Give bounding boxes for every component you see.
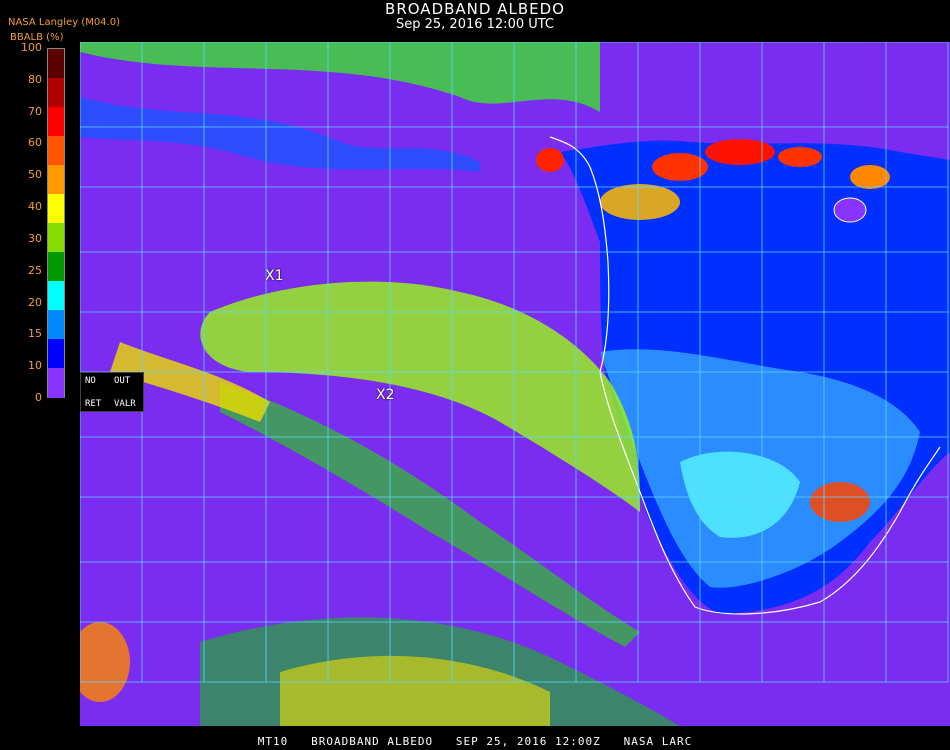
storm-cluster — [705, 139, 775, 165]
marker-x2: X2 — [376, 387, 395, 403]
no-data-key: NO OUT RET VALR — [80, 372, 144, 412]
legend-tick: 40 — [28, 200, 42, 214]
legend-band — [48, 252, 64, 282]
out-label: OUT — [114, 376, 131, 386]
footer-caption: MT10 BROADBAND ALBEDO SEP 25, 2016 12:00… — [257, 735, 693, 748]
legend-band — [48, 49, 64, 79]
color-legend — [47, 48, 65, 398]
albedo-map — [80, 42, 950, 726]
legend-tick: 60 — [28, 136, 42, 150]
no-label: NO — [85, 376, 96, 386]
ret-label: RET — [85, 399, 102, 409]
legend-tick: 30 — [28, 231, 42, 245]
marker-x1: X1 — [265, 268, 284, 284]
legend-tick: 15 — [28, 327, 42, 341]
legend-band — [48, 194, 64, 224]
legend-band — [48, 107, 64, 137]
storm-cluster — [536, 148, 564, 172]
legend-tick: 25 — [28, 263, 42, 277]
lake-victoria — [833, 197, 867, 223]
legend-band — [48, 78, 64, 108]
valr-label: VALR — [114, 399, 136, 409]
legend-band — [48, 136, 64, 166]
storm-cluster — [778, 147, 822, 167]
legend-band — [48, 368, 64, 398]
credit-label: NASA Langley (M04.0) — [8, 17, 120, 28]
legend-tick: 70 — [28, 104, 42, 118]
legend-band — [48, 223, 64, 253]
chart-title: BROADBAND ALBEDO — [385, 0, 565, 18]
legend-band — [48, 281, 64, 311]
legend-tick: 100 — [21, 41, 42, 54]
legend-band — [48, 339, 64, 369]
legend-tick: 0 — [35, 391, 42, 404]
legend-tick: 20 — [28, 295, 42, 309]
legend-band — [48, 310, 64, 340]
legend-band — [48, 165, 64, 195]
storm-cluster — [600, 184, 680, 220]
legend-tick: 80 — [28, 72, 42, 86]
legend-tick: 10 — [28, 359, 42, 373]
storm-cluster — [810, 482, 870, 522]
chart-datetime: Sep 25, 2016 12:00 UTC — [395, 17, 555, 32]
legend-tick: 50 — [28, 168, 42, 182]
storm-cluster — [850, 165, 890, 189]
